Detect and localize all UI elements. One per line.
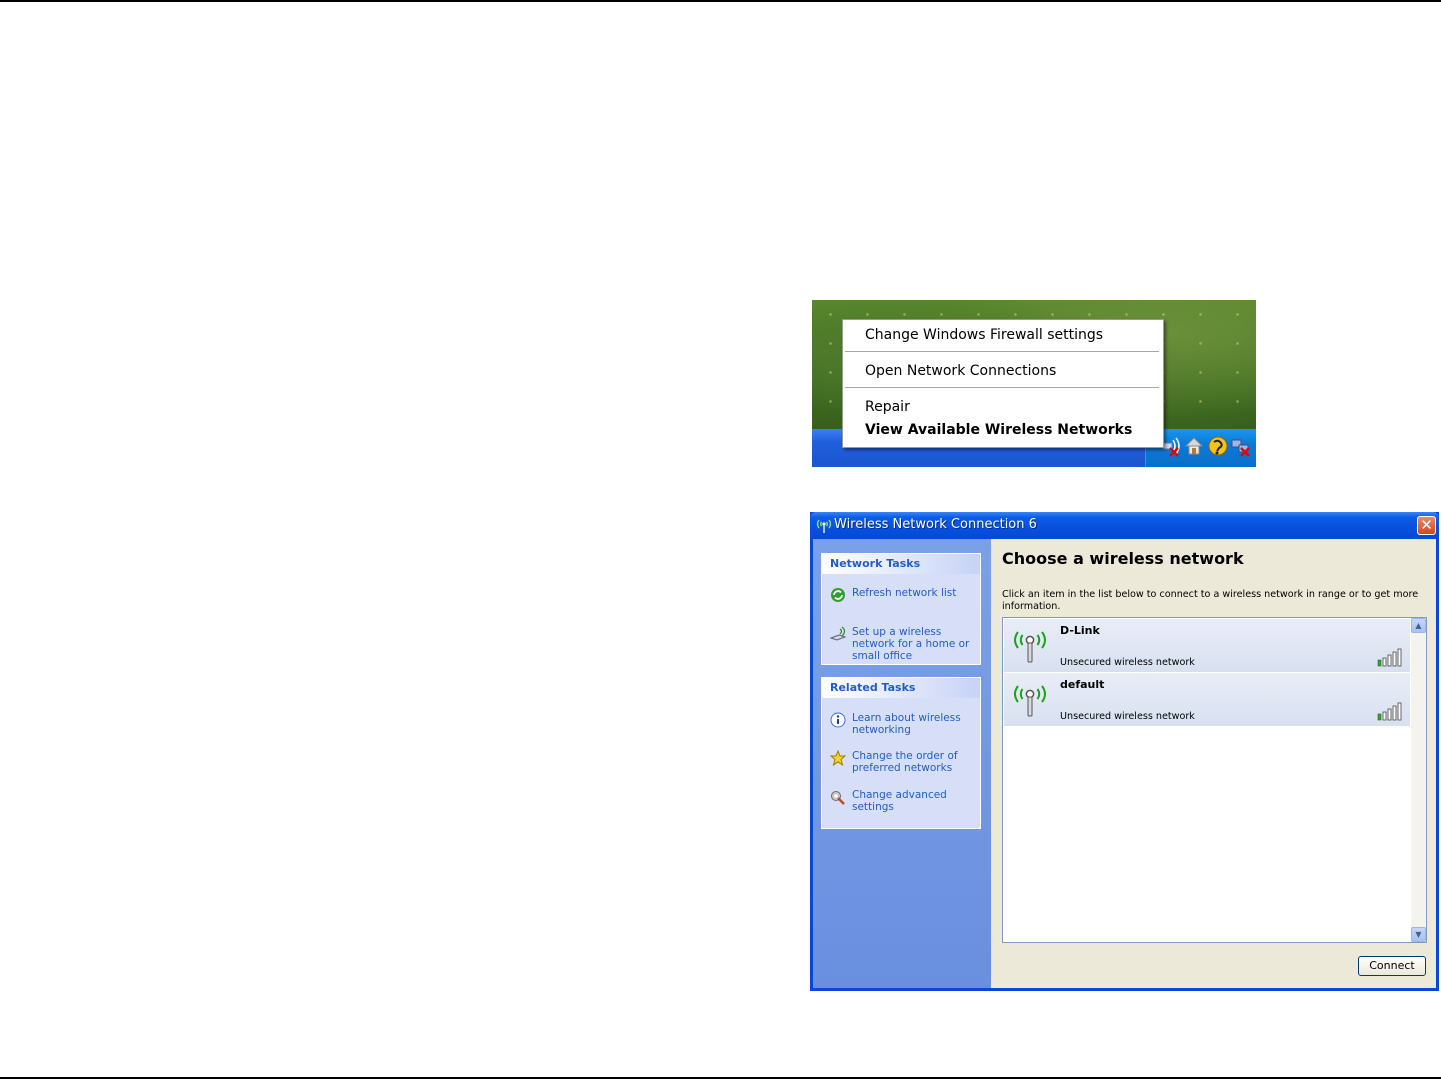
wireless-antenna-icon <box>815 518 833 534</box>
related-tasks-panel: Related Tasks Learn about wireless netwo… <box>821 677 981 829</box>
choose-network-heading: Choose a wireless network <box>1002 549 1244 568</box>
wireless-antenna-icon <box>1012 628 1048 664</box>
settings-icon <box>830 789 846 805</box>
network-item-d-link[interactable]: D-Link Unsecured wireless network <box>1004 619 1410 672</box>
network-disconnected-icon[interactable] <box>1230 434 1252 458</box>
close-button[interactable]: ✕ <box>1417 516 1436 535</box>
network-security-status: Unsecured wireless network <box>1060 657 1195 668</box>
connect-button[interactable]: Connect <box>1358 956 1426 976</box>
menu-separator <box>845 387 1159 388</box>
signal-strength-icon <box>1377 648 1407 668</box>
vertical-scrollbar[interactable]: ▲ ▼ <box>1411 618 1426 942</box>
network-tasks-header: Network Tasks <box>822 554 980 574</box>
top-rule <box>0 0 1441 2</box>
instructions-text: Click an item in the list below to conne… <box>1002 589 1419 612</box>
home-icon[interactable] <box>1183 434 1205 458</box>
setup-wireless-icon <box>829 626 847 642</box>
support-icon[interactable] <box>1207 434 1229 458</box>
title-bar[interactable]: Wireless Network Connection 6 ✕ <box>810 512 1439 539</box>
network-tasks-panel: Network Tasks Refresh network list Set u… <box>821 553 981 665</box>
menu-item-open-network-connections[interactable]: Open Network Connections <box>865 361 1056 381</box>
menu-item-view-available-wireless-networks[interactable]: View Available Wireless Networks <box>865 420 1132 440</box>
scroll-down-button[interactable]: ▼ <box>1411 927 1426 942</box>
network-security-status: Unsecured wireless network <box>1060 711 1195 722</box>
info-icon <box>830 712 846 728</box>
network-list-pane: Choose a wireless network Click an item … <box>991 539 1436 988</box>
signal-strength-icon <box>1377 702 1407 722</box>
wireless-antenna-icon <box>1012 682 1048 718</box>
menu-item-change-firewall-settings[interactable]: Change Windows Firewall settings <box>865 325 1103 345</box>
tray-context-menu: Change Windows Firewall settings Open Ne… <box>842 319 1164 448</box>
related-tasks-header: Related Tasks <box>822 678 980 698</box>
refresh-icon <box>830 587 846 603</box>
dialog-client-area: Network Tasks Refresh network list Set u… <box>813 539 1436 988</box>
task-pane: Network Tasks Refresh network list Set u… <box>813 539 991 988</box>
network-item-default[interactable]: default Unsecured wireless network <box>1004 673 1410 726</box>
menu-item-repair[interactable]: Repair <box>865 397 910 417</box>
menu-separator <box>845 351 1159 352</box>
network-name: D-Link <box>1060 624 1100 637</box>
dialog-title: Wireless Network Connection 6 <box>834 517 1037 532</box>
scroll-up-button[interactable]: ▲ <box>1411 618 1426 633</box>
wireless-network-connection-dialog: Wireless Network Connection 6 ✕ Network … <box>810 512 1439 991</box>
star-icon <box>829 749 847 767</box>
wireless-network-list: D-Link Unsecured wireless network defaul… <box>1002 617 1427 943</box>
network-name: default <box>1060 678 1105 691</box>
bottom-rule <box>0 1077 1441 1079</box>
